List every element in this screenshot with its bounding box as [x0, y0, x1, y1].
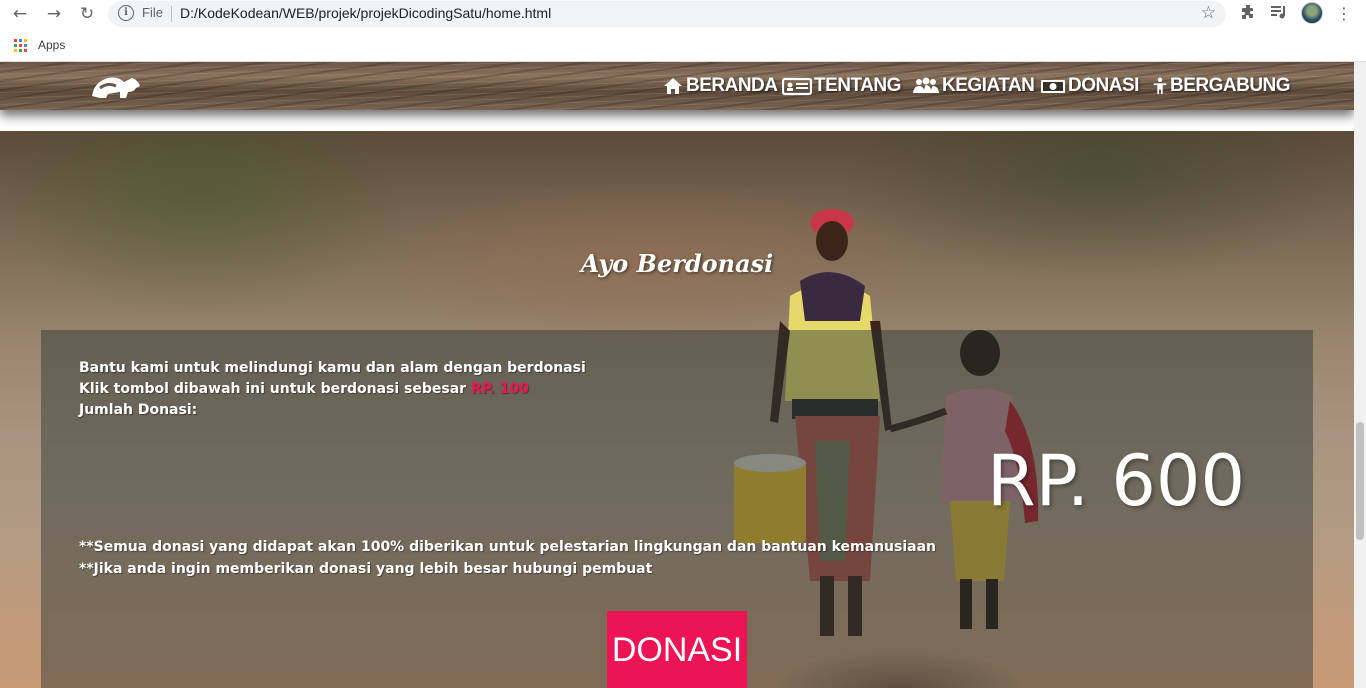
money-bill-icon — [1041, 80, 1065, 93]
star-icon[interactable]: ☆ — [1201, 3, 1216, 23]
id-card-icon — [782, 77, 812, 96]
extensions-puzzle-icon[interactable] — [1237, 3, 1259, 25]
scrollbar-thumb[interactable] — [1356, 422, 1364, 540]
address-bar[interactable]: i File D:/KodeKodean/WEB/projek/projekDi… — [108, 1, 1226, 27]
donation-unit-amount: RP. 100 — [470, 381, 529, 397]
intro-line-1: Bantu kami untuk melindungi kamu dan ala… — [79, 360, 586, 376]
intro-line-2: Klik tombol dibawah ini untuk berdonasi … — [79, 379, 586, 400]
nav-tentang[interactable]: TENTANG — [782, 72, 901, 100]
reload-icon[interactable]: ↻ — [75, 3, 99, 25]
nav-kegiatan[interactable]: KEGIATAN — [912, 72, 1035, 100]
home-icon — [664, 78, 682, 94]
donation-notes: **Semua donasi yang didapat akan 100% di… — [79, 536, 936, 580]
apps-grid-icon[interactable] — [14, 39, 27, 52]
person-icon — [1153, 77, 1167, 94]
forward-arrow-icon[interactable]: → — [42, 3, 66, 25]
donation-panel: Bantu kami untuk melindungi kamu dan ala… — [41, 330, 1313, 688]
nav-beranda-label: BERANDA — [686, 75, 778, 96]
profile-avatar[interactable] — [1301, 2, 1323, 24]
page-viewport: BERANDA TENTANG KEGIATAN DONASI BERGABUN… — [0, 62, 1354, 688]
nav-donasi[interactable]: DONASI — [1040, 72, 1139, 100]
intro-line-2-prefix: Klik tombol dibawah ini untuk berdonasi … — [79, 381, 471, 397]
site-logo[interactable] — [88, 70, 144, 102]
browser-toolbar: ← → ↻ i File D:/KodeKodean/WEB/projek/pr… — [0, 0, 1366, 29]
donation-total-label: Jumlah Donasi: — [79, 402, 198, 418]
users-icon — [913, 77, 939, 93]
donate-button[interactable]: DONASI — [607, 611, 747, 688]
nav-kegiatan-label: KEGIATAN — [942, 75, 1035, 96]
nav-bergabung-label: BERGABUNG — [1170, 75, 1291, 96]
nav-beranda[interactable]: BERANDA — [662, 72, 778, 100]
donation-hero: Ayo Berdonasi Bantu kami untuk melindung… — [0, 131, 1354, 688]
apps-bookmark-label[interactable]: Apps — [38, 38, 65, 52]
kebab-menu-icon[interactable]: ⋮ — [1333, 3, 1355, 25]
page-scrollbar[interactable] — [1354, 62, 1366, 688]
nav-tentang-label: TENTANG — [814, 75, 901, 96]
site-navbar: BERANDA TENTANG KEGIATAN DONASI BERGABUN… — [0, 62, 1354, 110]
url-text[interactable]: D:/KodeKodean/WEB/projek/projekDicodingS… — [180, 5, 551, 21]
nav-bergabung[interactable]: BERGABUNG — [1152, 72, 1291, 100]
section-title: Ayo Berdonasi — [580, 249, 774, 278]
donation-total-value: RP. 600 — [986, 440, 1245, 522]
media-queue-icon[interactable] — [1268, 3, 1290, 25]
donation-intro: Bantu kami untuk melindungi kamu dan ala… — [79, 358, 586, 421]
bookmarks-bar: Apps — [0, 29, 1366, 62]
nav-donasi-label: DONASI — [1068, 75, 1139, 96]
note-line-2: **Jika anda ingin memberikan donasi yang… — [79, 561, 653, 577]
note-line-1: **Semua donasi yang didapat akan 100% di… — [79, 539, 937, 555]
info-icon[interactable]: i — [118, 5, 134, 21]
address-separator — [171, 6, 172, 22]
url-scheme-label: File — [142, 5, 163, 20]
back-arrow-icon[interactable]: ← — [8, 3, 32, 25]
